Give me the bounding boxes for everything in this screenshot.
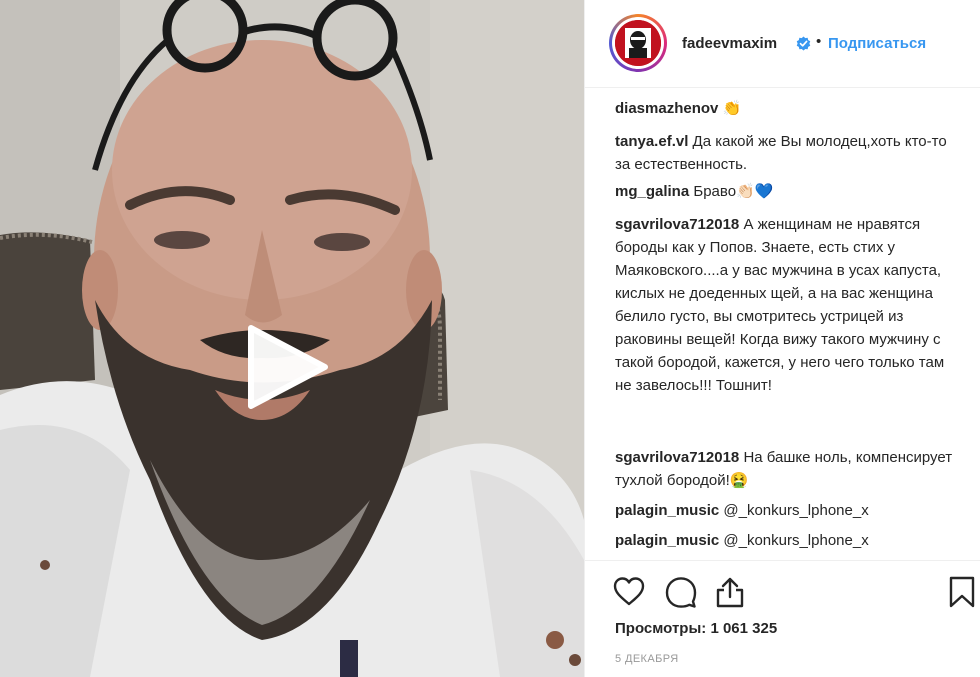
comment-mention[interactable]: @_konkurs_lphone_x — [723, 502, 868, 519]
post-header: fadeevmaxim • Подписаться — [585, 0, 980, 88]
heart-icon — [613, 577, 645, 606]
avatar-image — [615, 20, 661, 66]
comment-text: Браво👏🏻💙 — [693, 183, 774, 200]
avatar[interactable] — [609, 14, 667, 72]
comments-list[interactable]: diasmazhenov 👏 tanya.ef.vl Да какой же В… — [585, 88, 980, 560]
comment-text: А женщинам не нравятся бороды как у Попо… — [615, 216, 945, 394]
comment-username[interactable]: palagin_music — [615, 502, 719, 519]
share-icon — [716, 577, 744, 608]
separator-dot: • — [816, 33, 822, 50]
comment-icon — [665, 577, 697, 608]
post-author-username[interactable]: fadeevmaxim — [682, 35, 777, 52]
comment: sgavrilova712018 На башке ноль, компенси… — [615, 446, 955, 492]
comment: mg_galina Браво👏🏻💙 — [615, 180, 955, 203]
comment-mention[interactable]: @_konkurs_lphone_x — [723, 532, 868, 549]
comment-username[interactable]: sgavrilova712018 — [615, 449, 739, 466]
play-icon — [248, 325, 328, 409]
comment-text: 👏 — [722, 100, 742, 117]
comment-username[interactable]: mg_galina — [615, 183, 689, 200]
views-number: 1 061 325 — [710, 620, 778, 637]
post-actions: Просмотры: 1 061 325 5 ДЕКАБРЯ — [585, 560, 980, 677]
comment: diasmazhenov 👏 — [615, 97, 955, 120]
comment-button[interactable] — [664, 575, 698, 609]
comment: palagin_music @_konkurs_lphone_x — [615, 529, 955, 552]
comment: palagin_music @_konkurs_lphone_x — [615, 499, 955, 522]
comment: sgavrilova712018 А женщинам не нравятся … — [615, 213, 955, 397]
like-button[interactable] — [612, 575, 646, 609]
bookmark-icon — [949, 576, 975, 608]
save-button[interactable] — [945, 575, 979, 609]
verified-badge-icon — [796, 36, 811, 51]
comment-username[interactable]: diasmazhenov — [615, 100, 718, 117]
post-panel: fadeevmaxim • Подписаться diasmazhenov 👏… — [584, 0, 980, 677]
view-count: Просмотры: 1 061 325 — [615, 620, 777, 637]
comment-username[interactable]: palagin_music — [615, 532, 719, 549]
comment: tanya.ef.vl Да какой же Вы молодец,хоть … — [615, 130, 955, 176]
views-label: Просмотры: — [615, 620, 707, 637]
play-button[interactable] — [243, 322, 333, 412]
share-button[interactable] — [713, 575, 747, 609]
comment-username[interactable]: sgavrilova712018 — [615, 216, 739, 233]
follow-button[interactable]: Подписаться — [828, 35, 926, 52]
post-date[interactable]: 5 ДЕКАБРЯ — [615, 653, 679, 665]
comment-username[interactable]: tanya.ef.vl — [615, 133, 688, 150]
post-video[interactable] — [0, 0, 584, 677]
